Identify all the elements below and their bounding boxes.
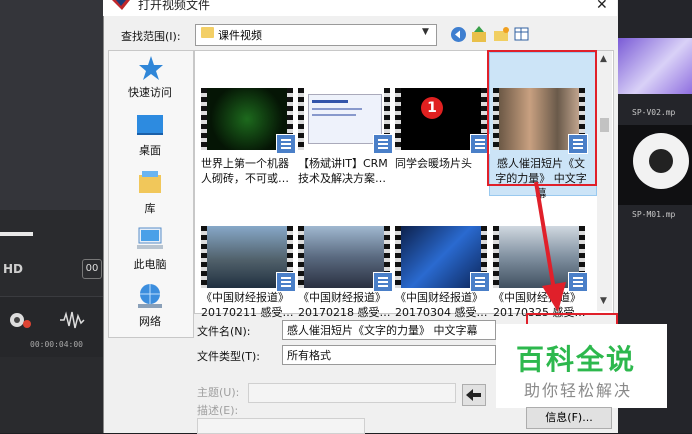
quick-access-icon[interactable] [138,55,164,81]
desc-label: 描述(E): [197,404,239,417]
video-thumbnail [298,88,393,154]
back-icon[interactable] [450,26,467,43]
video-thumbnail [201,88,296,154]
record-icon[interactable] [8,311,32,329]
insert-button[interactable] [462,384,486,406]
hd-label: HD [3,262,24,276]
video-file-icon [276,272,296,292]
look-in-value: 课件视频 [218,29,262,42]
chevron-down-icon[interactable]: ▼ [422,27,429,37]
video-file-icon [276,134,296,154]
video-file-icon [568,272,588,292]
watermark-main: 百科全说 [516,343,637,376]
annotation-box [487,50,597,186]
desc-input[interactable] [197,418,365,434]
up-folder-icon[interactable] [471,26,488,43]
place-network[interactable]: 网络 [108,313,192,329]
file-item[interactable]: 世界上第一个机器人砌砖，不可或… [201,88,297,186]
subject-label: 主题(U): [197,386,240,399]
app-logo-icon [112,0,130,10]
look-in-label: 查找范围(I): [121,30,181,43]
media-label: SP-V02.mp [632,108,676,117]
place-quick-access[interactable]: 快速访问 [108,84,192,100]
file-name: 同学会暖场片头 [395,157,472,170]
file-item[interactable]: 1 同学会暖场片头 [395,88,491,171]
folder-icon [201,27,214,38]
filetype-label: 文件类型(T): [197,350,261,363]
file-name: 世界上第一个机器人砌砖，不可或… [201,157,289,185]
library-icon[interactable] [138,170,162,194]
place-desktop[interactable]: 桌面 [108,142,192,158]
desktop-icon[interactable] [136,114,164,136]
close-button[interactable]: ✕ [596,0,608,13]
scroll-up-arrow[interactable]: ▲ [600,54,607,64]
file-item[interactable]: 【杨斌讲IT】CRM技术及解决方案… [298,88,394,186]
file-item[interactable]: 《中国财经报道》 20170218 感受… [298,226,394,320]
preview-progress[interactable] [0,232,33,236]
new-folder-icon[interactable] [493,26,510,43]
video-file-icon [470,272,490,292]
scrollbar-thumb[interactable] [600,118,609,132]
audio-wave-icon[interactable] [60,311,86,329]
info-button[interactable]: 信息(F)... [526,407,612,429]
scroll-down-arrow[interactable]: ▼ [600,296,607,306]
file-name: 《中国财经报道》 20170218 感受… [298,291,391,319]
file-name: 【杨斌讲IT】CRM技术及解决方案… [298,157,388,185]
view-menu-icon[interactable] [514,26,531,43]
media-label: SP-M01.mp [632,210,676,219]
network-icon[interactable] [136,282,164,310]
watermark-sub: 助你轻松解决 [524,381,633,400]
timecode: 00:00:04:00 [30,340,83,349]
computer-icon[interactable] [136,226,164,252]
video-thumbnail: 1 [395,88,490,154]
video-thumbnail [395,226,490,292]
place-library[interactable]: 库 [108,200,192,216]
file-name: 《中国财经报道》 20170304 感受… [395,291,488,319]
filename-label: 文件名(N): [197,325,251,338]
arrow-left-icon [466,389,481,401]
vertical-scrollbar[interactable] [597,51,612,311]
media-thumbnail-video[interactable] [618,38,692,94]
video-thumbnail [298,226,393,292]
dialog-title: 打开视频文件 [138,0,211,12]
toggle-button[interactable]: 00 [82,259,102,279]
file-name: 《中国财经报道》 20170211 感受… [201,291,294,319]
annotation-arrow [534,181,566,312]
subject-input[interactable] [248,383,456,403]
filename-value: 感人催泪短片《文字的力量》 中文字幕 [287,324,478,337]
video-file-icon [373,272,393,292]
file-item[interactable]: 《中国财经报道》 20170304 感受… [395,226,491,320]
place-this-pc[interactable]: 此电脑 [108,256,192,272]
video-file-icon [373,134,393,154]
disc-center [649,149,673,173]
video-thumbnail [201,226,296,292]
file-item[interactable]: 《中国财经报道》 20170211 感受… [201,226,297,320]
editor-preview-area [0,0,105,210]
countdown-number: 1 [421,97,443,119]
filetype-value: 所有格式 [287,349,331,362]
